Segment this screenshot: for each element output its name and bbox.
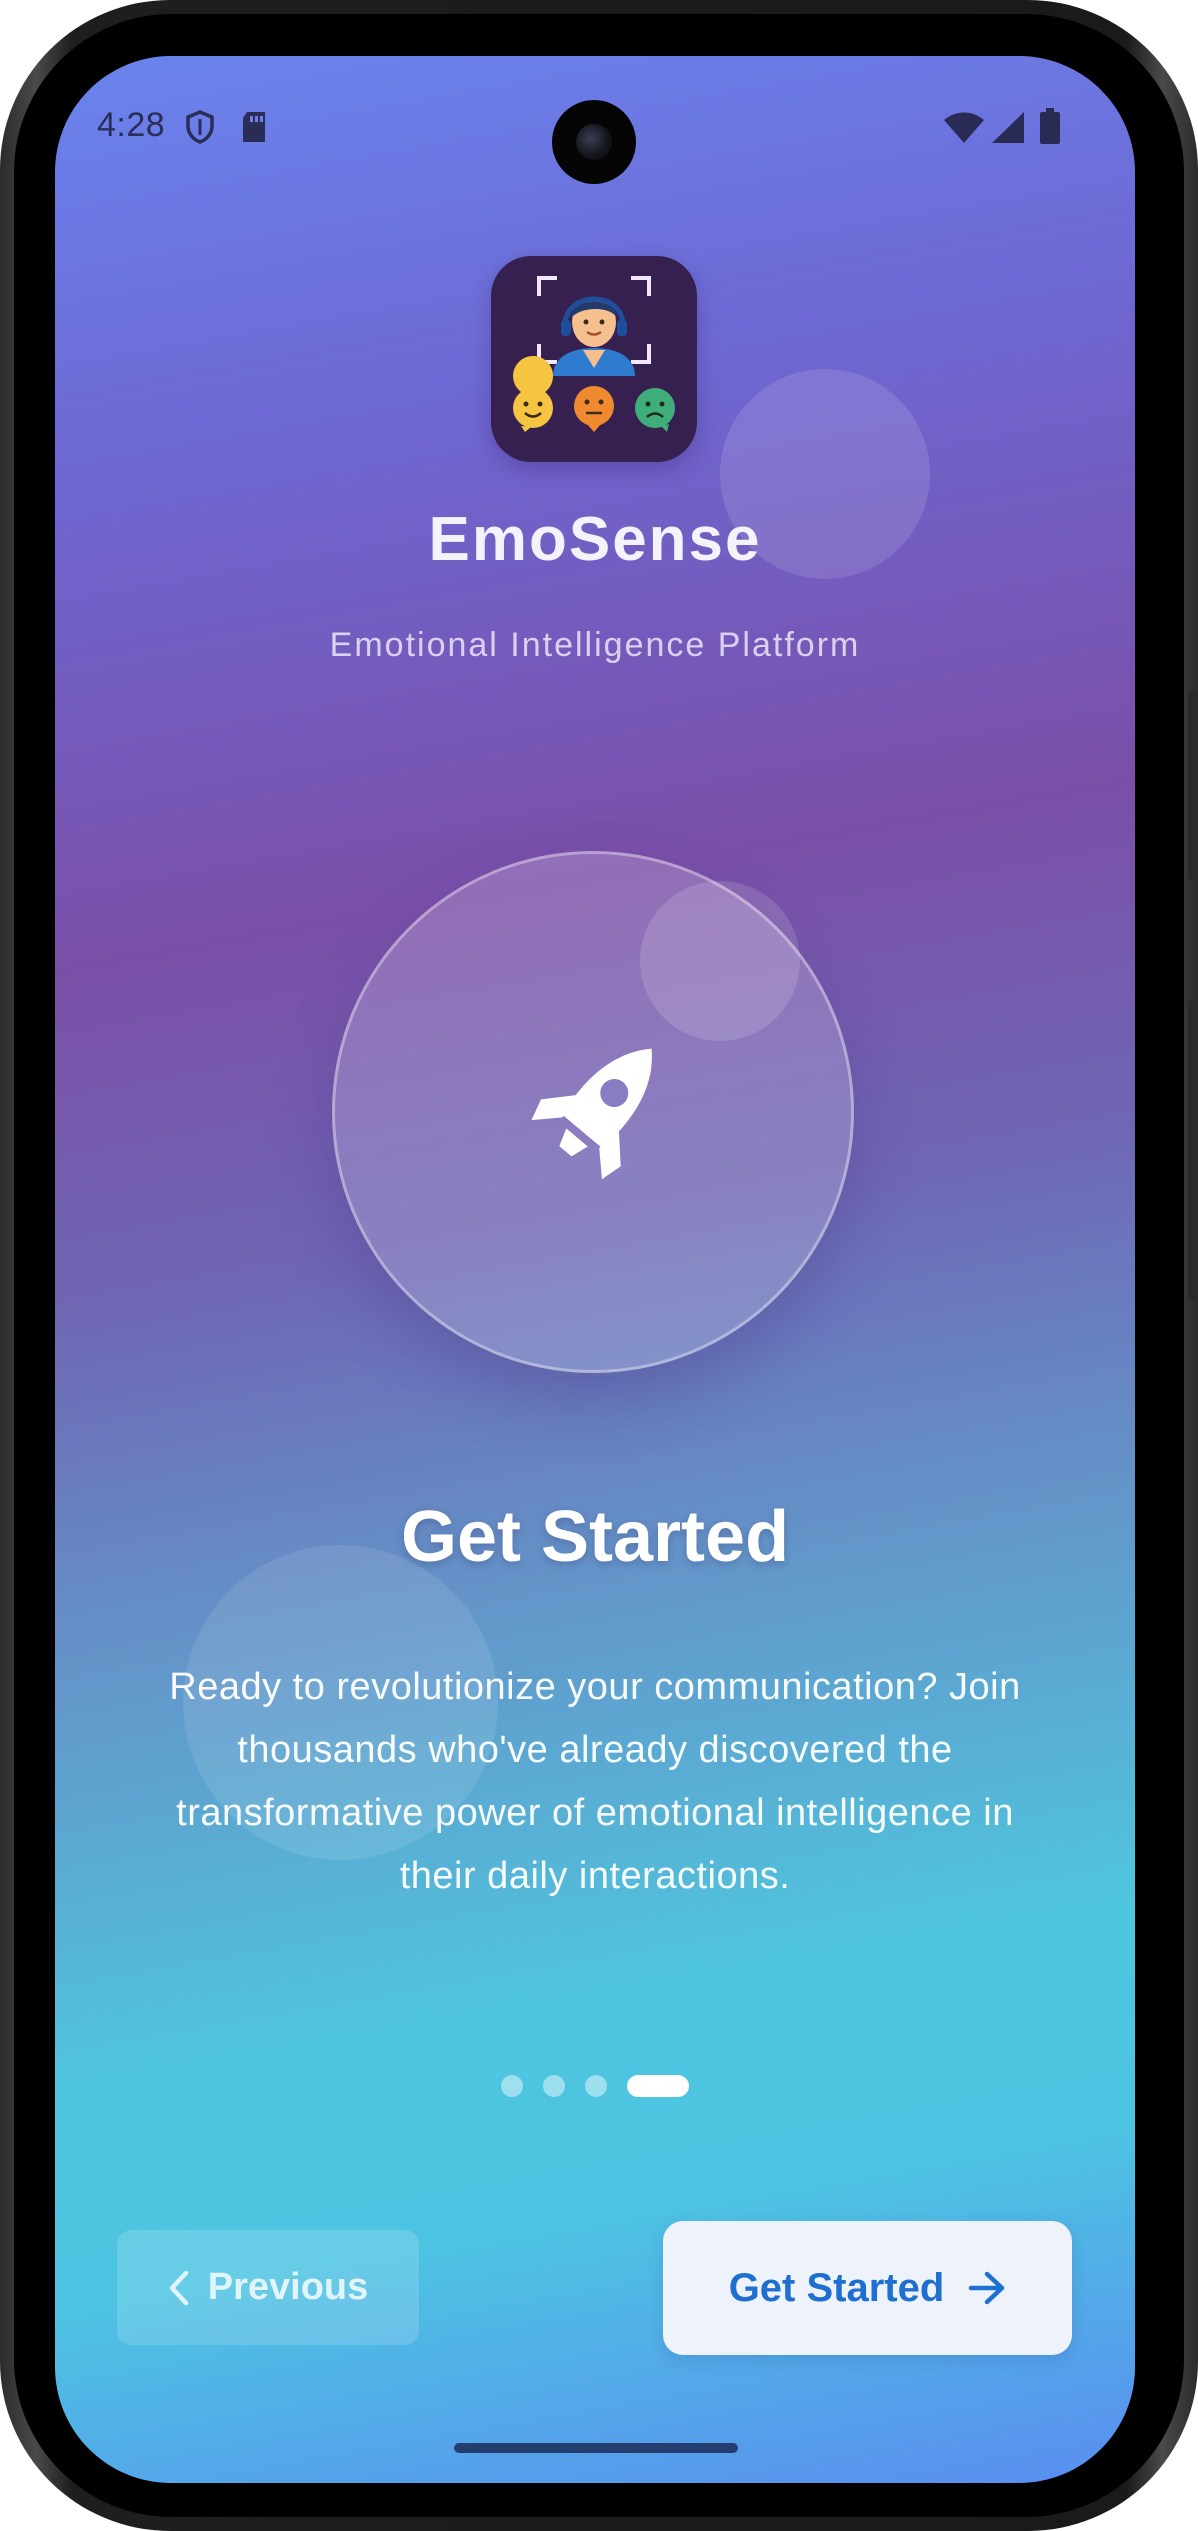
page-dot[interactable] xyxy=(501,2075,523,2097)
sd-card-icon xyxy=(243,112,265,142)
home-indicator[interactable] xyxy=(454,2443,738,2453)
slide-title: Get Started xyxy=(400,1497,790,1577)
screen: 4:28 EmoSense Emotional Intelligence Pla… xyxy=(55,56,1135,2483)
front-camera xyxy=(552,100,636,184)
agent-with-emotion-faces-icon xyxy=(513,276,675,432)
shield-icon xyxy=(186,110,214,144)
app-name: EmoSense xyxy=(428,505,762,574)
get-started-button-label: Get Started xyxy=(728,2265,945,2310)
battery-icon xyxy=(1040,108,1060,144)
wifi-icon xyxy=(944,112,984,143)
get-started-button[interactable]: Get Started xyxy=(663,2221,1072,2355)
camera-lens xyxy=(576,124,612,160)
page-dot-active[interactable] xyxy=(627,2075,689,2097)
app-tagline: Emotional Intelligence Platform xyxy=(329,626,861,664)
page-dot[interactable] xyxy=(585,2075,607,2097)
chevron-left-icon xyxy=(169,2270,188,2305)
arrow-right-icon xyxy=(969,2271,1005,2305)
status-time: 4:28 xyxy=(97,106,166,144)
signal-icon xyxy=(992,112,1024,143)
page-indicator xyxy=(55,2071,1135,2101)
app-logo xyxy=(491,256,697,462)
phone-frame: 4:28 EmoSense Emotional Intelligence Pla… xyxy=(0,0,1198,2531)
previous-button[interactable]: Previous xyxy=(117,2230,419,2345)
rocket-icon xyxy=(531,1048,652,1180)
page-dot[interactable] xyxy=(543,2075,565,2097)
power-button xyxy=(1188,690,1198,880)
slide-description: Ready to revolutionize your communicatio… xyxy=(169,1666,1021,1897)
volume-button xyxy=(1188,1000,1198,1300)
previous-button-label: Previous xyxy=(207,2266,369,2308)
